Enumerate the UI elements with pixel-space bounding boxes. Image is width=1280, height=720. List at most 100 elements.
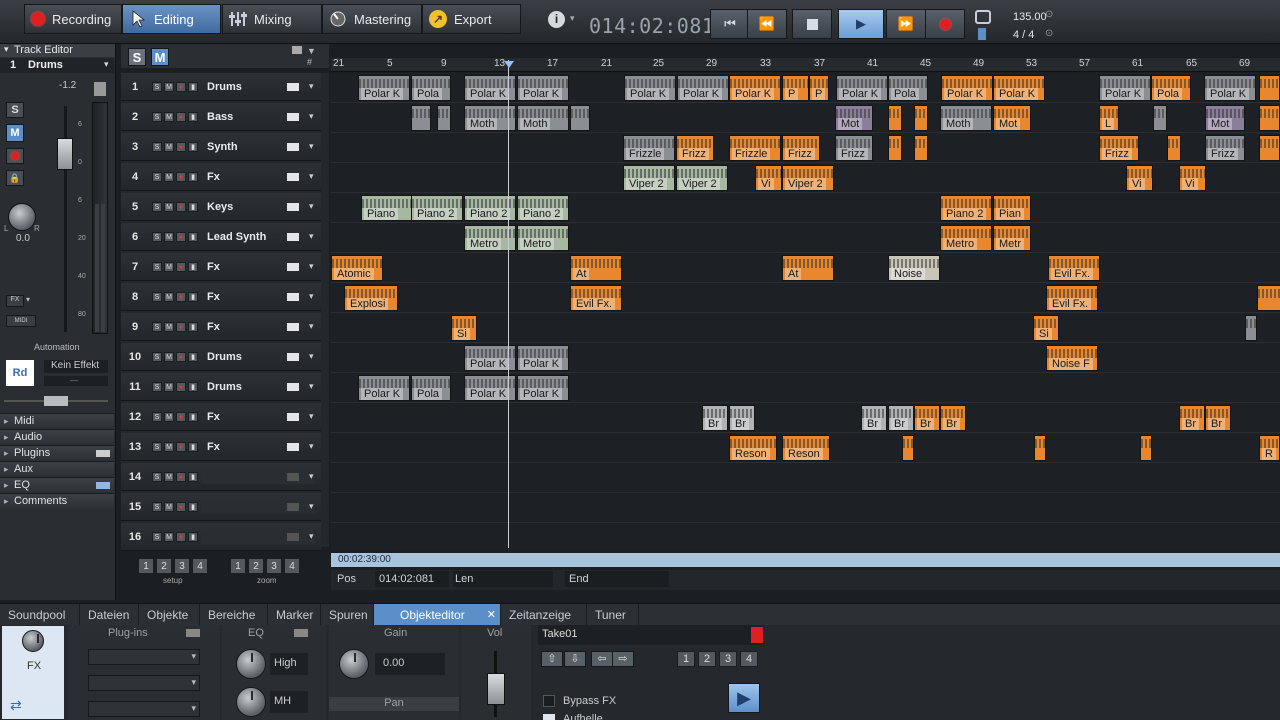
tab-objekte[interactable]: Objekte [139, 604, 200, 626]
track-mute-button[interactable]: M [164, 412, 174, 422]
audio-clip[interactable]: Polar K [517, 375, 569, 401]
track-dropdown-icon[interactable]: ▾ [309, 441, 314, 452]
track-record-button[interactable]: ● [176, 232, 186, 242]
audio-clip[interactable]: Frizzle [729, 135, 781, 161]
move-up-button[interactable]: ⇧ [541, 651, 563, 667]
track-eq-icon[interactable] [287, 143, 299, 151]
track-record-button[interactable]: ● [176, 202, 186, 212]
track-monitor-button[interactable]: ▮ [188, 82, 198, 92]
track-record-button[interactable]: ● [176, 292, 186, 302]
track-record-button[interactable]: ● [176, 442, 186, 452]
track-lane[interactable] [331, 283, 1280, 313]
track-dropdown-icon[interactable]: ▾ [309, 201, 314, 212]
track-dropdown-icon[interactable]: ▾ [309, 501, 314, 512]
track-eq-icon[interactable] [287, 353, 299, 361]
automation-slider-handle[interactable] [44, 396, 68, 406]
take-button-3[interactable]: 3 [719, 651, 737, 667]
audio-clip[interactable]: Polar K [941, 75, 993, 101]
track-mute-button[interactable]: M [164, 352, 174, 362]
track-eq-icon[interactable] [287, 503, 299, 511]
track-mute-button[interactable]: M [164, 532, 174, 542]
track-header[interactable]: 13 S M ● ▮ Fx ▾ [121, 433, 321, 461]
track-solo-button[interactable]: S [152, 172, 162, 182]
track-dropdown-icon[interactable]: ▾ [309, 261, 314, 272]
audio-clip[interactable] [902, 435, 914, 461]
track-monitor-button[interactable]: ▮ [188, 232, 198, 242]
track-monitor-button[interactable]: ▮ [188, 382, 198, 392]
track-header[interactable]: 2 S M ● ▮ Bass ▾ [121, 103, 321, 131]
gain-knob[interactable] [339, 649, 369, 679]
track-mute-button[interactable]: M [164, 82, 174, 92]
track-header[interactable]: 7 S M ● ▮ Fx ▾ [121, 253, 321, 281]
audio-clip[interactable] [888, 135, 902, 161]
audio-clip[interactable] [1259, 105, 1280, 131]
inspector-record-arm-button[interactable] [6, 148, 24, 164]
audio-clip[interactable]: Viper 2 [623, 165, 675, 191]
audio-clip[interactable]: Frizzle [623, 135, 675, 161]
track-solo-button[interactable]: S [152, 292, 162, 302]
track-mute-button[interactable]: M [164, 142, 174, 152]
track-record-button[interactable]: ● [176, 382, 186, 392]
playhead-marker-icon[interactable] [504, 61, 514, 68]
track-lane[interactable] [331, 493, 1280, 523]
audio-clip[interactable]: At [570, 255, 622, 281]
tempo-display[interactable]: 135.00 [1013, 11, 1047, 23]
track-header[interactable]: 4 S M ● ▮ Fx ▾ [121, 163, 321, 191]
track-record-button[interactable]: ● [176, 412, 186, 422]
automation-effect-select[interactable]: Kein Effekt [44, 360, 108, 373]
track-dropdown-icon[interactable]: ▾ [309, 111, 314, 122]
grid-icon[interactable]: # [307, 57, 312, 67]
export-button[interactable]: ↗ Export [422, 4, 521, 34]
track-record-button[interactable]: ● [176, 172, 186, 182]
audio-clip[interactable]: Pian [993, 195, 1031, 221]
audio-clip[interactable]: R [1259, 435, 1280, 461]
plugin-slot-2[interactable] [88, 675, 200, 691]
record-button[interactable] [925, 9, 965, 39]
tab-dateien[interactable]: Dateien [80, 604, 139, 626]
track-header[interactable]: 16 S M ● ▮ ▾ [121, 523, 321, 551]
track-mute-button[interactable]: M [164, 322, 174, 332]
audio-clip[interactable]: Mot [1205, 105, 1245, 131]
tab-soundpool[interactable]: Soundpool [0, 604, 80, 626]
audio-clip[interactable]: Pola [888, 75, 928, 101]
info-icon[interactable]: i [548, 11, 565, 28]
audio-clip[interactable]: Piano 2 [517, 195, 569, 221]
track-record-button[interactable]: ● [176, 532, 186, 542]
setup-preset-3[interactable]: 3 [174, 558, 190, 574]
track-eq-icon[interactable] [287, 383, 299, 391]
editing-button[interactable]: Editing [122, 4, 221, 34]
audio-clip[interactable]: Reson [782, 435, 830, 461]
track-monitor-button[interactable]: ▮ [188, 172, 198, 182]
track-name[interactable]: Synth [207, 133, 238, 161]
track-dropdown-icon[interactable]: ▾ [309, 321, 314, 332]
tab-objekteditor[interactable]: Objekteditor ✕ [374, 604, 501, 626]
track-mute-button[interactable]: M [164, 112, 174, 122]
track-name[interactable]: Fx [207, 313, 220, 341]
audio-clip[interactable]: Frizz [782, 135, 820, 161]
close-tab-icon[interactable]: ✕ [487, 604, 496, 626]
track-solo-button[interactable]: S [152, 262, 162, 272]
play-button[interactable]: ▶ [838, 9, 884, 39]
audio-clip[interactable]: Atomic [331, 255, 383, 281]
audio-clip[interactable]: Polar K [624, 75, 676, 101]
audio-clip[interactable]: Frizz [835, 135, 873, 161]
track-header[interactable]: 8 S M ● ▮ Fx ▾ [121, 283, 321, 311]
audio-clip[interactable]: Polar K [517, 345, 569, 371]
audio-clip[interactable]: Metro [517, 225, 569, 251]
eq-mh-knob[interactable] [236, 687, 266, 717]
track-lane[interactable] [331, 463, 1280, 493]
track-editor-header[interactable]: ▾ Track Editor [0, 44, 115, 57]
meter-spinner-icon[interactable]: ⊙ [1045, 28, 1053, 39]
move-right-button[interactable]: ⇨ [612, 651, 634, 667]
track-record-button[interactable]: ● [176, 112, 186, 122]
fx-panel-button[interactable]: FX [2, 626, 64, 692]
track-name[interactable]: Bass [207, 103, 233, 131]
audio-clip[interactable]: Polar K [1204, 75, 1256, 101]
section-midi[interactable]: Midi [0, 413, 114, 429]
audio-clip[interactable]: Pola [411, 75, 451, 101]
track-dropdown-icon[interactable]: ▾ [309, 531, 314, 542]
zoom-preset-1[interactable]: 1 [230, 558, 246, 574]
track-header[interactable]: 14 S M ● ▮ ▾ [121, 463, 321, 491]
track-selector[interactable]: 1 Drums ▾ [0, 58, 114, 73]
rewind-button[interactable]: ⏪ [747, 9, 787, 39]
